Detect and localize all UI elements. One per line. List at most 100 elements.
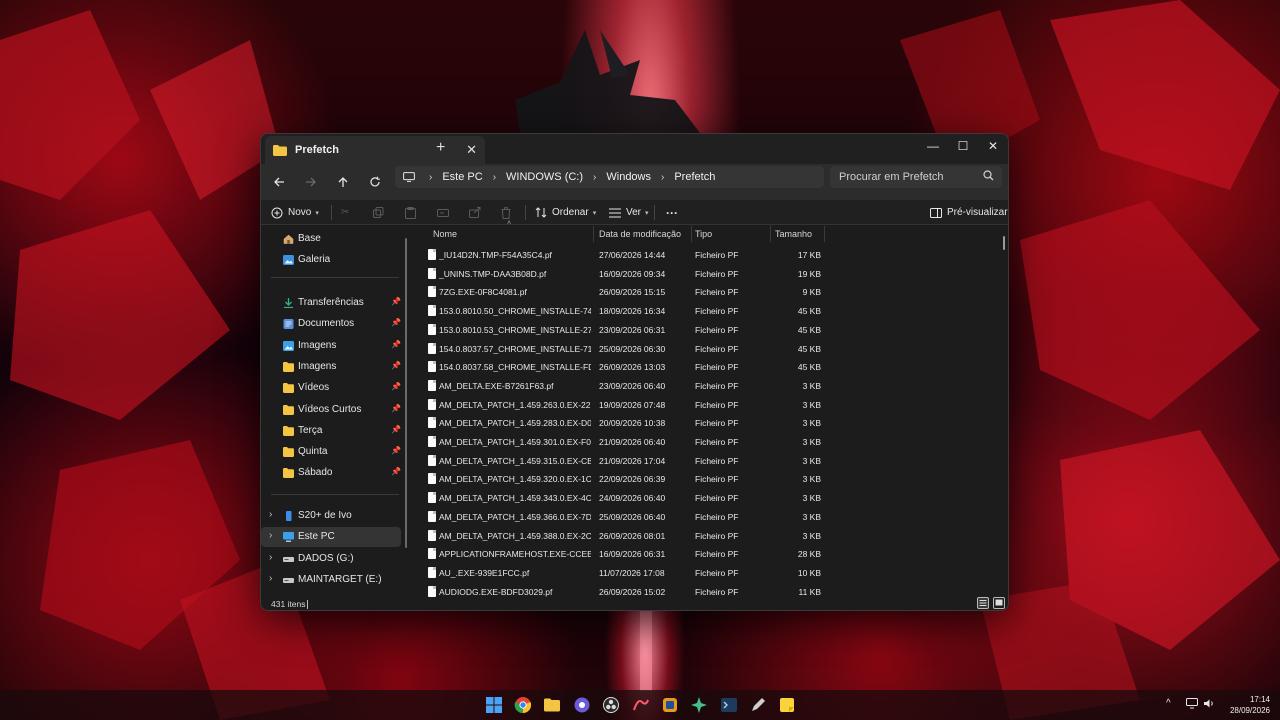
pin-icon[interactable]: 📌 bbox=[391, 297, 401, 306]
sidebar-item-este-pc[interactable]: › Este PC bbox=[261, 527, 401, 547]
file-row[interactable]: _IU14D2N.TMP-F54A35C4.pf 27/06/2026 14:44… bbox=[425, 245, 985, 264]
tray-overflow-button[interactable]: ^ bbox=[1166, 698, 1171, 709]
search-input[interactable]: Procurar em Prefetch bbox=[830, 166, 1002, 188]
sidebar-item-videos[interactable]: Vídeos 📌 bbox=[261, 378, 401, 398]
column-divider[interactable] bbox=[824, 226, 825, 242]
close-tab-button[interactable]: ✕ bbox=[466, 142, 477, 158]
pin-icon[interactable]: 📌 bbox=[391, 340, 401, 349]
sidebar-item-dados[interactable]: › DADOS (G:) bbox=[261, 549, 401, 569]
file-row[interactable]: AM_DELTA_PATCH_1.459.320.0.EX-1CAB4... 22… bbox=[425, 469, 985, 488]
pen-icon[interactable] bbox=[749, 696, 767, 714]
chevron-right-icon[interactable]: › bbox=[269, 530, 272, 541]
file-row[interactable]: 154.0.8037.58_CHROME_INSTALLE-FD5B... 26/… bbox=[425, 357, 985, 376]
chevron-right-icon[interactable]: › bbox=[269, 509, 272, 520]
sticky-notes-icon[interactable] bbox=[778, 696, 796, 714]
column-divider[interactable] bbox=[593, 226, 594, 242]
app-icon[interactable] bbox=[573, 696, 591, 714]
more-options-button[interactable]: ··· bbox=[666, 203, 678, 222]
file-row[interactable]: AM_DELTA_PATCH_1.459.283.0.EX-D01D9... 20… bbox=[425, 413, 985, 432]
back-button[interactable] bbox=[267, 172, 291, 192]
maximize-button[interactable]: ☐ bbox=[948, 136, 978, 156]
sidebar-item-transferencias[interactable]: Transferências 📌 bbox=[261, 293, 401, 313]
up-button[interactable] bbox=[331, 172, 355, 192]
file-row[interactable]: APPLICATIONFRAMEHOST.EXE-CCEEF75... 16/09… bbox=[425, 544, 985, 563]
sidebar-scrollbar[interactable] bbox=[405, 238, 407, 548]
share-button[interactable] bbox=[469, 203, 481, 222]
file-row[interactable]: AM_DELTA_PATCH_1.459.366.0.EX-7D3BE... 25… bbox=[425, 507, 985, 526]
sidebar-item-quinta[interactable]: Quinta 📌 bbox=[261, 442, 401, 462]
sidebar-item-sabado[interactable]: Sábado 📌 bbox=[261, 463, 401, 483]
refresh-button[interactable] bbox=[363, 172, 387, 192]
column-divider[interactable] bbox=[691, 226, 692, 242]
column-header-name[interactable]: Nome bbox=[433, 226, 457, 242]
preview-pane-button[interactable]: Pré-visualizar bbox=[930, 203, 1008, 222]
sidebar-item-galeria[interactable]: Galeria bbox=[261, 250, 401, 270]
volume-icon[interactable] bbox=[1203, 698, 1215, 709]
pin-icon[interactable]: 📌 bbox=[391, 382, 401, 391]
close-window-button[interactable]: ✕ bbox=[978, 136, 1008, 156]
column-header-type[interactable]: Tipo bbox=[695, 226, 712, 242]
column-divider[interactable] bbox=[770, 226, 771, 242]
file-explorer-taskbar-icon[interactable] bbox=[543, 696, 561, 714]
file-row[interactable]: AM_DELTA_PATCH_1.459.263.0.EX-22D3F... 19… bbox=[425, 395, 985, 414]
pin-icon[interactable]: 📌 bbox=[391, 404, 401, 413]
file-list-scrollbar[interactable] bbox=[1003, 236, 1005, 250]
sidebar-item-phone[interactable]: › S20+ de Ivo bbox=[261, 506, 401, 526]
pin-icon[interactable]: 📌 bbox=[391, 318, 401, 327]
sidebar-item-imagens[interactable]: Imagens 📌 bbox=[261, 336, 401, 356]
address-bar[interactable]: › Este PC › WINDOWS (C:) › Windows › Pre… bbox=[395, 166, 824, 188]
pin-icon[interactable]: 📌 bbox=[391, 361, 401, 370]
obs-icon[interactable] bbox=[602, 696, 620, 714]
sidebar-item-terca[interactable]: Terça 📌 bbox=[261, 421, 401, 441]
breadcrumb-prefetch[interactable]: Prefetch bbox=[674, 171, 715, 183]
file-row[interactable]: 153.0.8010.50_CHROME_INSTALLE-74A76... 18… bbox=[425, 301, 985, 320]
breadcrumb-windows-drive[interactable]: WINDOWS (C:) bbox=[506, 171, 583, 183]
pin-icon[interactable]: 📌 bbox=[391, 467, 401, 476]
rename-button[interactable] bbox=[437, 203, 449, 222]
sidebar-item-videos-curtos[interactable]: Vídeos Curtos 📌 bbox=[261, 400, 401, 420]
network-icon[interactable] bbox=[1186, 698, 1198, 709]
new-tab-button[interactable]: + bbox=[436, 140, 445, 156]
start-icon[interactable] bbox=[485, 696, 503, 714]
chrome-icon[interactable] bbox=[514, 696, 532, 714]
sidebar-item-documentos[interactable]: Documentos 📌 bbox=[261, 314, 401, 334]
chevron-right-icon[interactable]: › bbox=[269, 552, 272, 563]
new-button[interactable]: Novo ▾ bbox=[271, 203, 319, 222]
minimize-button[interactable]: — bbox=[918, 136, 948, 156]
app-icon[interactable] bbox=[661, 696, 679, 714]
column-header-date[interactable]: Data de modificação bbox=[599, 226, 681, 242]
column-header-size[interactable]: Tamanho bbox=[775, 226, 812, 242]
file-row[interactable]: 7ZG.EXE-0F8C4081.pf 26/09/2026 15:15 Fiche… bbox=[425, 282, 985, 301]
details-view-button[interactable] bbox=[977, 597, 989, 609]
app-icon[interactable] bbox=[690, 696, 708, 714]
sidebar-item-maintarget[interactable]: › MAINTARGET (E:) bbox=[261, 570, 401, 590]
file-date: 27/06/2026 14:44 bbox=[599, 250, 666, 260]
sort-button[interactable]: Ordenar ▾ bbox=[535, 203, 596, 222]
tiles-view-button[interactable] bbox=[993, 597, 1005, 609]
paste-button[interactable] bbox=[405, 203, 416, 222]
file-row[interactable]: AM_DELTA_PATCH_1.459.343.0.EX-4CF39... 24… bbox=[425, 488, 985, 507]
tab-prefetch[interactable]: Prefetch ✕ bbox=[265, 136, 485, 164]
file-row[interactable]: AM_DELTA_PATCH_1.459.315.0.EX-CB044... 21… bbox=[425, 451, 985, 470]
sidebar-item-base[interactable]: Base bbox=[261, 229, 401, 249]
view-button[interactable]: Ver ▾ bbox=[609, 203, 649, 222]
terminal-icon[interactable] bbox=[720, 696, 738, 714]
copy-button[interactable] bbox=[373, 203, 384, 222]
file-row[interactable]: 153.0.8010.53_CHROME_INSTALLE-27457... 23… bbox=[425, 320, 985, 339]
app-icon[interactable] bbox=[632, 696, 650, 714]
forward-button[interactable] bbox=[299, 172, 323, 192]
file-row[interactable]: 154.0.8037.57_CHROME_INSTALLE-712B9... 25… bbox=[425, 339, 985, 358]
file-row[interactable]: AU_.EXE-939E1FCC.pf 11/07/2026 17:08 Fiche… bbox=[425, 563, 985, 582]
clock[interactable]: 17:14 28/09/2026 bbox=[1230, 694, 1270, 716]
file-row[interactable]: AM_DELTA.EXE-B7261F63.pf 23/09/2026 06:40… bbox=[425, 376, 985, 395]
sidebar-item-imagens-folder[interactable]: Imagens 📌 bbox=[261, 357, 401, 377]
breadcrumb-windows[interactable]: Windows bbox=[606, 171, 651, 183]
file-row[interactable]: _UNINS.TMP-DAA3B08D.pf 16/09/2026 09:34 Fi… bbox=[425, 264, 985, 283]
pin-icon[interactable]: 📌 bbox=[391, 425, 401, 434]
cut-button[interactable]: ✂ bbox=[341, 203, 349, 222]
file-row[interactable]: AM_DELTA_PATCH_1.459.388.0.EX-2C84B... 26… bbox=[425, 526, 985, 545]
file-row[interactable]: AM_DELTA_PATCH_1.459.301.0.EX-F06132... 2… bbox=[425, 432, 985, 451]
pin-icon[interactable]: 📌 bbox=[391, 446, 401, 455]
chevron-right-icon[interactable]: › bbox=[269, 573, 272, 584]
breadcrumb-este-pc[interactable]: Este PC bbox=[442, 171, 482, 183]
